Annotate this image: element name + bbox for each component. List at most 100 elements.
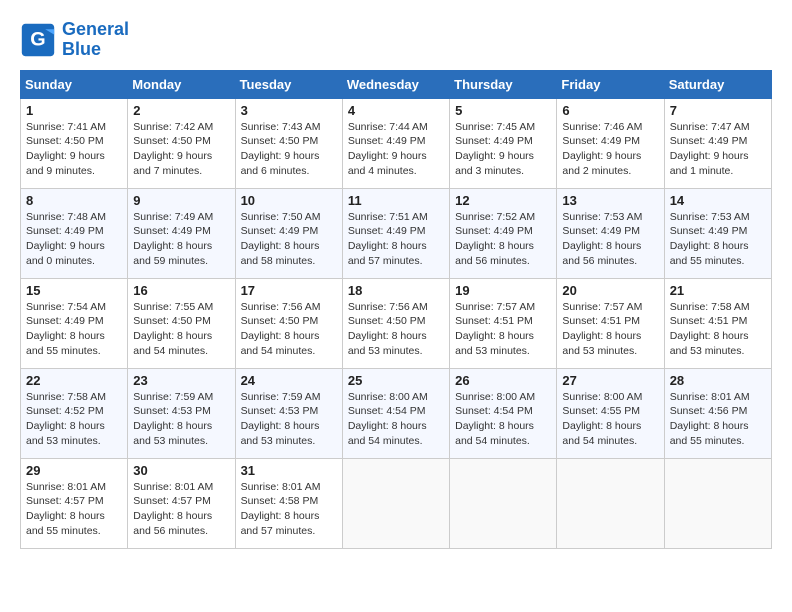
day-number: 10 — [241, 193, 337, 208]
weekday-header-tuesday: Tuesday — [235, 70, 342, 98]
day-info: Sunrise: 8:01 AM Sunset: 4:57 PM Dayligh… — [133, 480, 229, 539]
day-info: Sunrise: 8:01 AM Sunset: 4:56 PM Dayligh… — [670, 390, 766, 449]
calendar-cell: 1 Sunrise: 7:41 AM Sunset: 4:50 PM Daylig… — [21, 98, 128, 188]
calendar-cell: 22 Sunrise: 7:58 AM Sunset: 4:52 PM Dayli… — [21, 368, 128, 458]
calendar-table: SundayMondayTuesdayWednesdayThursdayFrid… — [20, 70, 772, 549]
day-info: Sunrise: 7:43 AM Sunset: 4:50 PM Dayligh… — [241, 120, 337, 179]
day-number: 19 — [455, 283, 551, 298]
day-number: 24 — [241, 373, 337, 388]
calendar-cell: 30 Sunrise: 8:01 AM Sunset: 4:57 PM Dayli… — [128, 458, 235, 548]
calendar-cell: 15Sunrise: 7:54 AM Sunset: 4:49 PM Dayli… — [21, 278, 128, 368]
day-number: 12 — [455, 193, 551, 208]
weekday-header-thursday: Thursday — [450, 70, 557, 98]
day-info: Sunrise: 8:00 AM Sunset: 4:54 PM Dayligh… — [348, 390, 444, 449]
day-info: Sunrise: 7:57 AM Sunset: 4:51 PM Dayligh… — [562, 300, 658, 359]
calendar-cell: 12 Sunrise: 7:52 AM Sunset: 4:49 PM Dayli… — [450, 188, 557, 278]
weekday-header-friday: Friday — [557, 70, 664, 98]
calendar-cell: 16Sunrise: 7:55 AM Sunset: 4:50 PM Dayli… — [128, 278, 235, 368]
calendar-cell — [342, 458, 449, 548]
day-number: 17 — [241, 283, 337, 298]
day-number: 23 — [133, 373, 229, 388]
calendar-cell: 9 Sunrise: 7:49 AM Sunset: 4:49 PM Daylig… — [128, 188, 235, 278]
day-number: 9 — [133, 193, 229, 208]
day-number: 3 — [241, 103, 337, 118]
logo-line2: Blue — [62, 39, 101, 59]
calendar-cell: 19 Sunrise: 7:57 AM Sunset: 4:51 PM Dayli… — [450, 278, 557, 368]
weekday-header-wednesday: Wednesday — [342, 70, 449, 98]
calendar-cell: 24 Sunrise: 7:59 AM Sunset: 4:53 PM Dayli… — [235, 368, 342, 458]
day-number: 21 — [670, 283, 766, 298]
day-number: 11 — [348, 193, 444, 208]
day-number: 25 — [348, 373, 444, 388]
calendar-cell: 18Sunrise: 7:56 AM Sunset: 4:50 PM Dayli… — [342, 278, 449, 368]
day-info: Sunrise: 8:00 AM Sunset: 4:55 PM Dayligh… — [562, 390, 658, 449]
day-number: 4 — [348, 103, 444, 118]
day-number: 15 — [26, 283, 122, 298]
day-number: 7 — [670, 103, 766, 118]
calendar-cell — [450, 458, 557, 548]
day-number: 28 — [670, 373, 766, 388]
calendar-week-row: 22 Sunrise: 7:58 AM Sunset: 4:52 PM Dayli… — [21, 368, 772, 458]
logo-text: General Blue — [62, 20, 129, 60]
day-info: Sunrise: 7:45 AM Sunset: 4:49 PM Dayligh… — [455, 120, 551, 179]
calendar-cell — [664, 458, 771, 548]
day-number: 1 — [26, 103, 122, 118]
day-info: Sunrise: 8:01 AM Sunset: 4:57 PM Dayligh… — [26, 480, 122, 539]
day-number: 14 — [670, 193, 766, 208]
day-info: Sunrise: 7:41 AM Sunset: 4:50 PM Dayligh… — [26, 120, 122, 179]
logo-icon: G — [20, 22, 56, 58]
logo-line1: General — [62, 19, 129, 39]
calendar-cell: 26Sunrise: 8:00 AM Sunset: 4:54 PM Dayli… — [450, 368, 557, 458]
day-info: Sunrise: 7:52 AM Sunset: 4:49 PM Dayligh… — [455, 210, 551, 269]
calendar-cell: 31 Sunrise: 8:01 AM Sunset: 4:58 PM Dayli… — [235, 458, 342, 548]
day-info: Sunrise: 7:56 AM Sunset: 4:50 PM Dayligh… — [348, 300, 444, 359]
calendar-cell: 23Sunrise: 7:59 AM Sunset: 4:53 PM Dayli… — [128, 368, 235, 458]
calendar-cell — [557, 458, 664, 548]
day-info: Sunrise: 7:53 AM Sunset: 4:49 PM Dayligh… — [670, 210, 766, 269]
day-number: 30 — [133, 463, 229, 478]
calendar-cell: 10 Sunrise: 7:50 AM Sunset: 4:49 PM Dayli… — [235, 188, 342, 278]
day-info: Sunrise: 7:58 AM Sunset: 4:52 PM Dayligh… — [26, 390, 122, 449]
day-info: Sunrise: 8:00 AM Sunset: 4:54 PM Dayligh… — [455, 390, 551, 449]
calendar-cell: 27 Sunrise: 8:00 AM Sunset: 4:55 PM Dayli… — [557, 368, 664, 458]
day-number: 31 — [241, 463, 337, 478]
calendar-week-row: 29 Sunrise: 8:01 AM Sunset: 4:57 PM Dayli… — [21, 458, 772, 548]
day-number: 29 — [26, 463, 122, 478]
day-info: Sunrise: 7:53 AM Sunset: 4:49 PM Dayligh… — [562, 210, 658, 269]
calendar-cell: 3 Sunrise: 7:43 AM Sunset: 4:50 PM Daylig… — [235, 98, 342, 188]
day-number: 22 — [26, 373, 122, 388]
calendar-cell: 6Sunrise: 7:46 AM Sunset: 4:49 PM Daylig… — [557, 98, 664, 188]
day-info: Sunrise: 7:57 AM Sunset: 4:51 PM Dayligh… — [455, 300, 551, 359]
day-number: 2 — [133, 103, 229, 118]
calendar-cell: 29 Sunrise: 8:01 AM Sunset: 4:57 PM Dayli… — [21, 458, 128, 548]
day-number: 6 — [562, 103, 658, 118]
day-number: 27 — [562, 373, 658, 388]
svg-text:G: G — [30, 28, 45, 50]
calendar-cell: 5Sunrise: 7:45 AM Sunset: 4:49 PM Daylig… — [450, 98, 557, 188]
day-number: 20 — [562, 283, 658, 298]
weekday-header-row: SundayMondayTuesdayWednesdayThursdayFrid… — [21, 70, 772, 98]
day-info: Sunrise: 7:47 AM Sunset: 4:49 PM Dayligh… — [670, 120, 766, 179]
calendar-cell: 7 Sunrise: 7:47 AM Sunset: 4:49 PM Daylig… — [664, 98, 771, 188]
weekday-header-sunday: Sunday — [21, 70, 128, 98]
calendar-cell: 25 Sunrise: 8:00 AM Sunset: 4:54 PM Dayli… — [342, 368, 449, 458]
day-info: Sunrise: 7:56 AM Sunset: 4:50 PM Dayligh… — [241, 300, 337, 359]
calendar-cell: 2Sunrise: 7:42 AM Sunset: 4:50 PM Daylig… — [128, 98, 235, 188]
calendar-cell: 4 Sunrise: 7:44 AM Sunset: 4:49 PM Daylig… — [342, 98, 449, 188]
calendar-week-row: 15Sunrise: 7:54 AM Sunset: 4:49 PM Dayli… — [21, 278, 772, 368]
day-info: Sunrise: 7:59 AM Sunset: 4:53 PM Dayligh… — [241, 390, 337, 449]
day-info: Sunrise: 8:01 AM Sunset: 4:58 PM Dayligh… — [241, 480, 337, 539]
calendar-cell: 17 Sunrise: 7:56 AM Sunset: 4:50 PM Dayli… — [235, 278, 342, 368]
day-info: Sunrise: 7:44 AM Sunset: 4:49 PM Dayligh… — [348, 120, 444, 179]
calendar-cell: 28 Sunrise: 8:01 AM Sunset: 4:56 PM Dayli… — [664, 368, 771, 458]
day-info: Sunrise: 7:55 AM Sunset: 4:50 PM Dayligh… — [133, 300, 229, 359]
day-info: Sunrise: 7:49 AM Sunset: 4:49 PM Dayligh… — [133, 210, 229, 269]
calendar-week-row: 1 Sunrise: 7:41 AM Sunset: 4:50 PM Daylig… — [21, 98, 772, 188]
calendar-cell: 8Sunrise: 7:48 AM Sunset: 4:49 PM Daylig… — [21, 188, 128, 278]
day-number: 13 — [562, 193, 658, 208]
calendar-cell: 20 Sunrise: 7:57 AM Sunset: 4:51 PM Dayli… — [557, 278, 664, 368]
day-info: Sunrise: 7:51 AM Sunset: 4:49 PM Dayligh… — [348, 210, 444, 269]
day-info: Sunrise: 7:48 AM Sunset: 4:49 PM Dayligh… — [26, 210, 122, 269]
calendar-cell: 11 Sunrise: 7:51 AM Sunset: 4:49 PM Dayli… — [342, 188, 449, 278]
day-info: Sunrise: 7:50 AM Sunset: 4:49 PM Dayligh… — [241, 210, 337, 269]
